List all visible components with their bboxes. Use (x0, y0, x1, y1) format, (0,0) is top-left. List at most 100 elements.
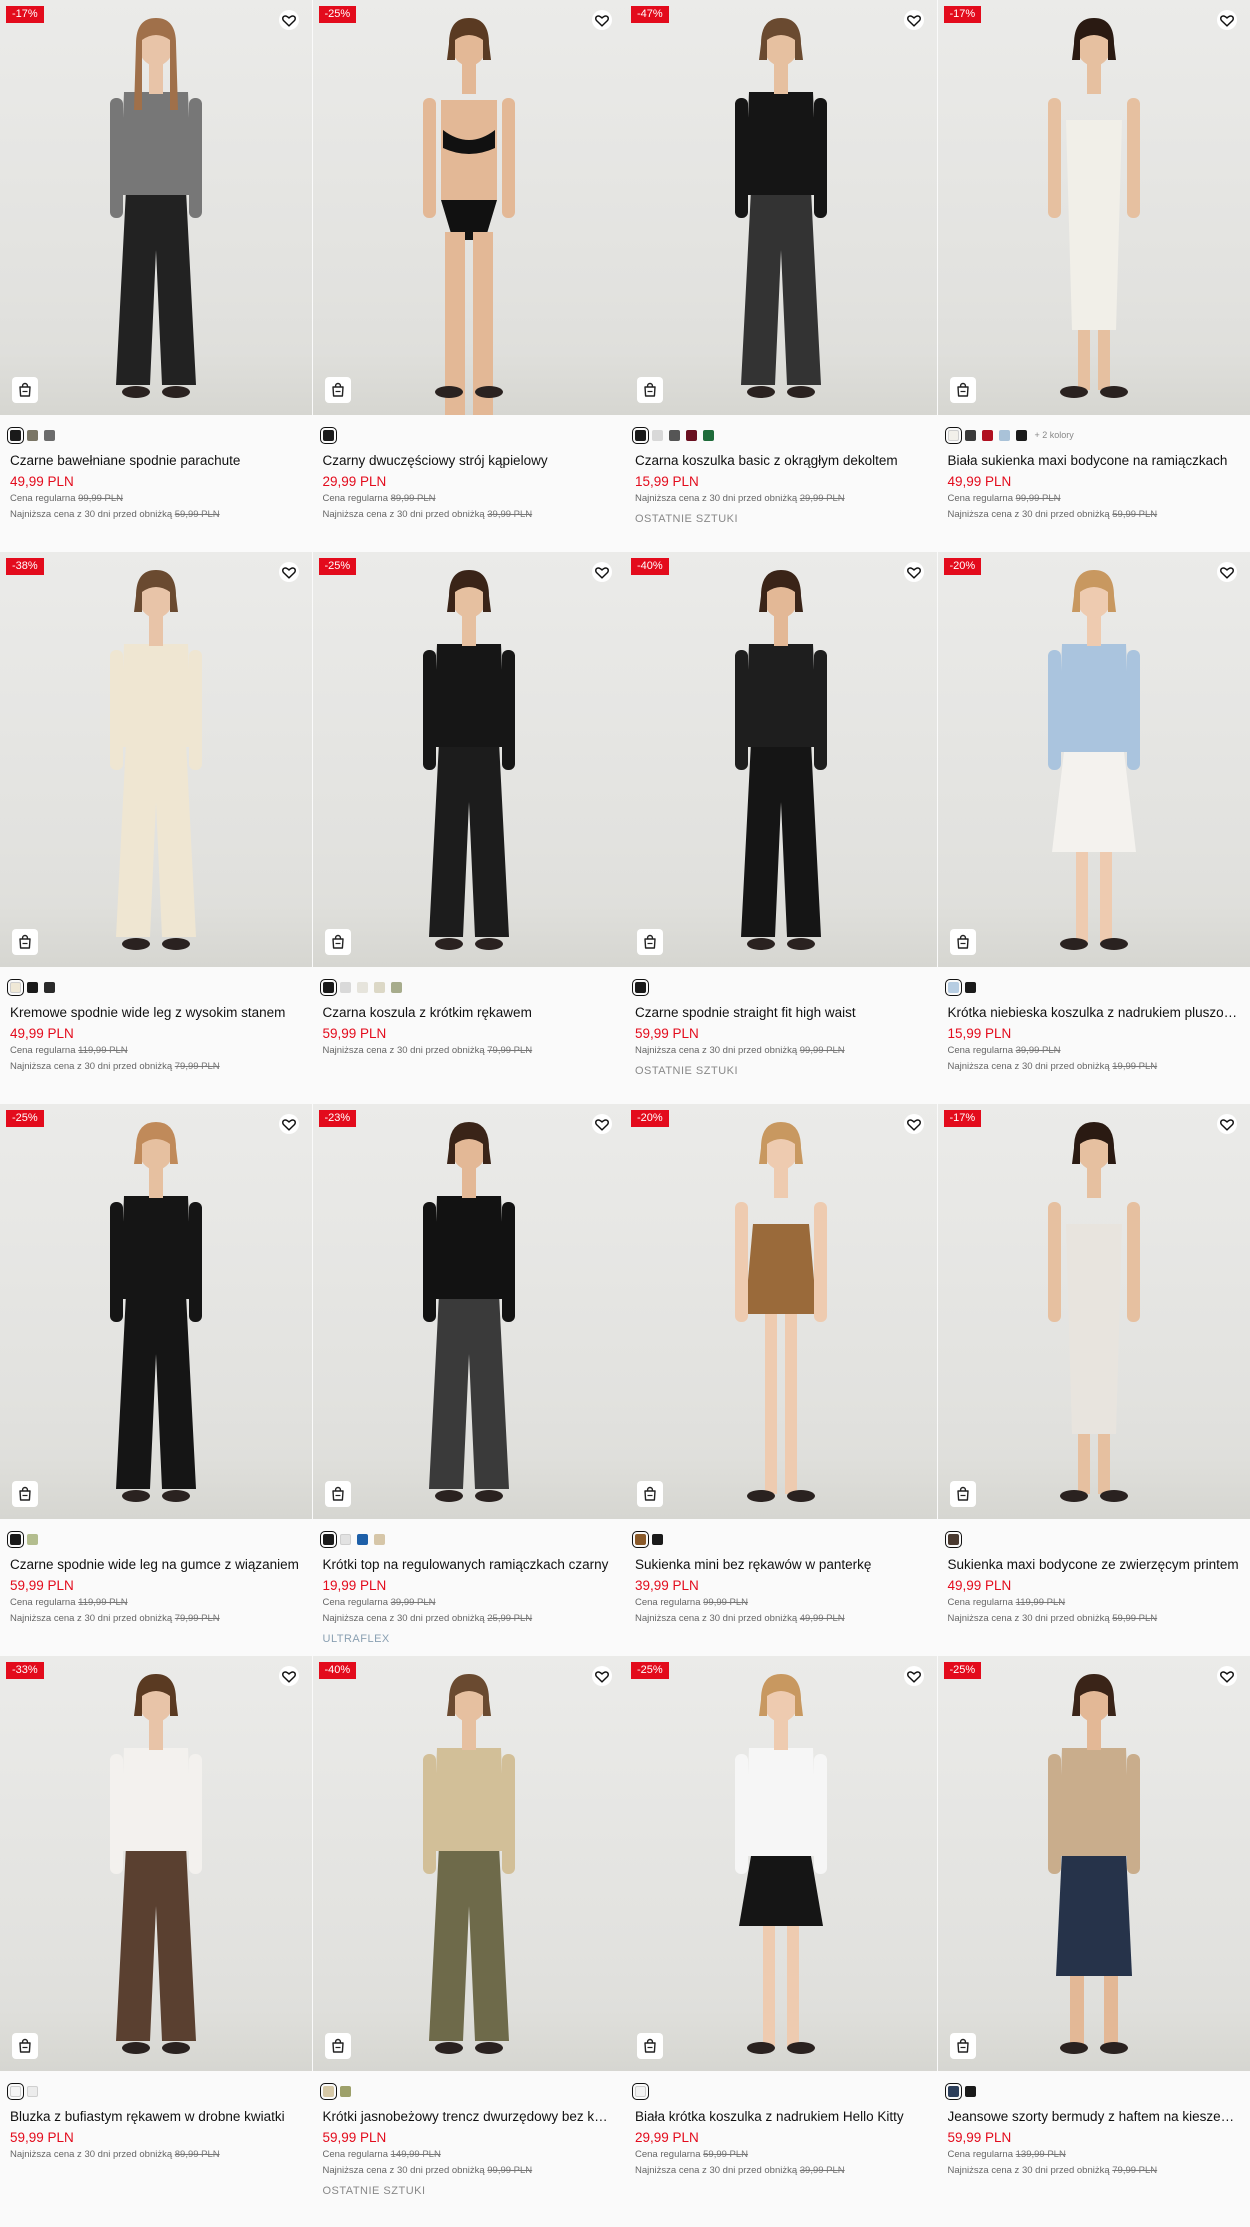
product-card[interactable]: -17% Czarne bawełniane spodnie parachute… (0, 0, 313, 552)
add-to-cart-button[interactable] (12, 929, 38, 955)
product-name[interactable]: Krótki jasnobeżowy trencz dwurzędowy bez… (323, 2109, 616, 2124)
add-to-cart-button[interactable] (324, 1481, 351, 1507)
color-swatch[interactable] (27, 981, 38, 993)
color-swatch[interactable] (964, 429, 976, 441)
product-name[interactable]: Czarne spodnie wide leg na gumce z wiąza… (10, 1557, 303, 1572)
product-photo[interactable]: -33% (0, 1656, 312, 2071)
heart-icon[interactable] (1216, 1114, 1238, 1134)
product-photo[interactable]: -20% (625, 1104, 937, 1519)
product-photo[interactable]: -40% (312, 1656, 625, 2071)
color-swatch[interactable] (652, 1533, 663, 1545)
color-swatch[interactable] (319, 2082, 337, 2100)
product-card[interactable]: -20% Sukienka mini bez rękawów w panterk… (625, 1104, 938, 1656)
product-photo[interactable]: -25% (937, 1656, 1250, 2071)
color-swatch[interactable] (27, 2085, 38, 2097)
add-to-cart-button[interactable] (324, 2033, 351, 2059)
heart-icon[interactable] (278, 1114, 300, 1134)
color-swatch[interactable] (964, 981, 976, 993)
product-card[interactable]: -40% Czarne spodnie straight fit high wa… (625, 552, 938, 1104)
product-name[interactable]: Czarny dwuczęściowy strój kąpielowy (323, 453, 616, 468)
product-name[interactable]: Czarna koszulka basic z okrągłym dekolte… (635, 453, 928, 468)
add-to-cart-button[interactable] (949, 929, 976, 955)
color-swatch[interactable] (319, 978, 337, 996)
color-swatch[interactable] (356, 1533, 368, 1545)
heart-icon[interactable] (1216, 562, 1238, 582)
add-to-cart-button[interactable] (949, 377, 976, 403)
add-to-cart-button[interactable] (12, 377, 38, 403)
product-card[interactable]: -40% Krótki jasnobeżowy trencz dwurzędow… (312, 1656, 625, 2208)
color-swatch[interactable] (339, 981, 351, 993)
color-swatch[interactable] (632, 1530, 649, 1548)
heart-icon[interactable] (278, 562, 300, 582)
product-photo[interactable]: -40% (625, 552, 937, 967)
product-photo[interactable]: -38% (0, 552, 312, 967)
color-swatch[interactable] (373, 981, 385, 993)
color-swatch[interactable] (7, 2082, 24, 2100)
product-name[interactable]: Czarne bawełniane spodnie parachute (10, 453, 303, 468)
color-swatch[interactable] (632, 426, 649, 444)
heart-icon[interactable] (591, 562, 613, 582)
add-to-cart-button[interactable] (12, 1481, 38, 1507)
color-swatch[interactable] (390, 981, 402, 993)
product-name[interactable]: Bluzka z bufiastym rękawem w drobne kwia… (10, 2109, 303, 2124)
heart-icon[interactable] (278, 10, 300, 30)
add-to-cart-button[interactable] (324, 929, 351, 955)
product-photo[interactable]: -47% (625, 0, 937, 415)
color-swatch[interactable] (319, 1530, 337, 1548)
color-swatch[interactable] (27, 1533, 38, 1545)
color-swatch[interactable] (652, 429, 663, 441)
add-to-cart-button[interactable] (637, 929, 663, 955)
color-swatch[interactable] (981, 429, 993, 441)
product-photo[interactable]: -17% (937, 1104, 1250, 1519)
color-swatch[interactable] (998, 429, 1010, 441)
product-photo[interactable]: -25% (625, 1656, 937, 2071)
color-swatch[interactable] (632, 978, 649, 996)
color-swatch[interactable] (632, 2082, 649, 2100)
add-to-cart-button[interactable] (637, 377, 663, 403)
product-name[interactable]: Czarna koszula z krótkim rękawem (323, 1005, 616, 1020)
add-to-cart-button[interactable] (949, 1481, 976, 1507)
product-photo[interactable]: -25% (0, 1104, 312, 1519)
heart-icon[interactable] (1216, 1666, 1238, 1686)
color-swatch[interactable] (686, 429, 697, 441)
add-to-cart-button[interactable] (637, 2033, 663, 2059)
color-swatch[interactable] (27, 429, 38, 441)
add-to-cart-button[interactable] (637, 1481, 663, 1507)
product-photo[interactable]: -17% (937, 0, 1250, 415)
color-swatch[interactable] (7, 1530, 24, 1548)
more-colors-label[interactable]: + 2 kolory (1035, 430, 1074, 440)
heart-icon[interactable] (903, 10, 925, 30)
product-card[interactable]: -25% Jeansowe szorty bermudy z haftem na… (937, 1656, 1250, 2208)
color-swatch[interactable] (944, 1530, 962, 1548)
heart-icon[interactable] (903, 1114, 925, 1134)
product-card[interactable]: -25% Czarne spodnie wide leg na gumce z … (0, 1104, 313, 1656)
color-swatch[interactable] (356, 981, 368, 993)
product-name[interactable]: Biała krótka koszulka z nadrukiem Hello … (635, 2109, 928, 2124)
color-swatch[interactable] (339, 1533, 351, 1545)
product-name[interactable]: Sukienka maxi bodycone ze zwierzęcym pri… (948, 1557, 1241, 1572)
color-swatch[interactable] (703, 429, 714, 441)
color-swatch[interactable] (44, 429, 55, 441)
product-card[interactable]: -20% Krótka niebieska koszulka z nadruki… (937, 552, 1250, 1104)
color-swatch[interactable] (944, 426, 962, 444)
add-to-cart-button[interactable] (12, 2033, 38, 2059)
color-swatch[interactable] (7, 978, 24, 996)
heart-icon[interactable] (903, 562, 925, 582)
product-card[interactable]: -47% Czarna koszulka basic z okrągłym de… (625, 0, 938, 552)
product-name[interactable]: Krótki top na regulowanych ramiączkach c… (323, 1557, 616, 1572)
product-card[interactable]: -33% Bluzka z bufiastym rękawem w drobne… (0, 1656, 313, 2208)
product-card[interactable]: -25% Biała krótka koszulka z nadrukiem H… (625, 1656, 938, 2208)
product-name[interactable]: Sukienka mini bez rękawów w panterkę (635, 1557, 928, 1572)
product-photo[interactable]: -25% (312, 552, 625, 967)
product-card[interactable]: -17% + 2 kolory Biała sukienka maxi body… (937, 0, 1250, 552)
product-card[interactable]: -38% Kremowe spodnie wide leg z wysokim … (0, 552, 313, 1104)
product-name[interactable]: Kremowe spodnie wide leg z wysokim stane… (10, 1005, 303, 1020)
heart-icon[interactable] (591, 1666, 613, 1686)
product-card[interactable]: -25% Czarny dwuczęściowy strój kąpielowy… (312, 0, 625, 552)
heart-icon[interactable] (591, 10, 613, 30)
color-swatch[interactable] (944, 2082, 962, 2100)
color-swatch[interactable] (7, 426, 24, 444)
color-swatch[interactable] (44, 981, 55, 993)
product-card[interactable]: -23% Krótki top na regulowanych ramiączk… (312, 1104, 625, 1656)
product-photo[interactable]: -23% (312, 1104, 625, 1519)
